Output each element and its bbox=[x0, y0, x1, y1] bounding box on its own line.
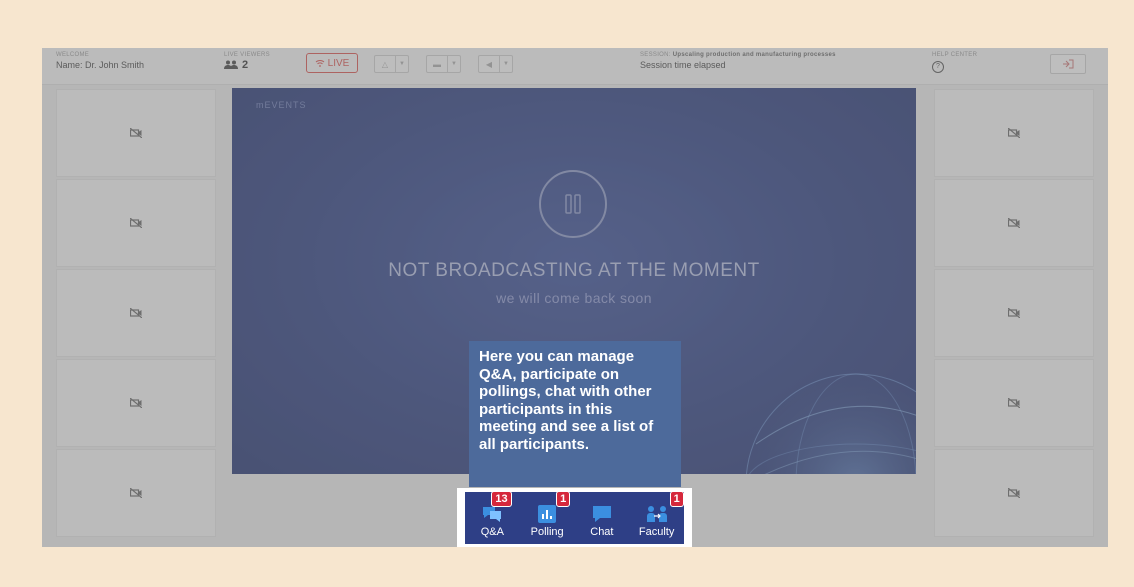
chat-label: Chat bbox=[590, 526, 614, 538]
qa-badge: 13 bbox=[491, 491, 512, 507]
chat-icon bbox=[592, 506, 611, 522]
faculty-badge: 1 bbox=[669, 491, 684, 507]
chat-button[interactable]: Chat bbox=[575, 505, 629, 544]
polling-icon bbox=[538, 505, 557, 523]
polling-badge: 1 bbox=[556, 491, 571, 507]
faculty-label: Faculty bbox=[638, 526, 675, 538]
faculty-icon bbox=[646, 506, 667, 522]
polling-button[interactable]: 1 Polling bbox=[520, 491, 574, 544]
tour-tooltip: Here you can manage Q&A, participate on … bbox=[469, 341, 681, 487]
qa-icon bbox=[483, 507, 502, 522]
bottom-toolbar: 13 Q&A 1 Polling Chat 1 Faculty bbox=[465, 491, 684, 544]
polling-label: Polling bbox=[530, 526, 564, 538]
faculty-button[interactable]: 1 Faculty bbox=[630, 491, 684, 544]
qa-button[interactable]: 13 Q&A bbox=[465, 491, 519, 544]
qa-label: Q&A bbox=[480, 526, 504, 538]
bottom-toolbar-highlight: 13 Q&A 1 Polling Chat 1 Faculty bbox=[457, 488, 692, 547]
